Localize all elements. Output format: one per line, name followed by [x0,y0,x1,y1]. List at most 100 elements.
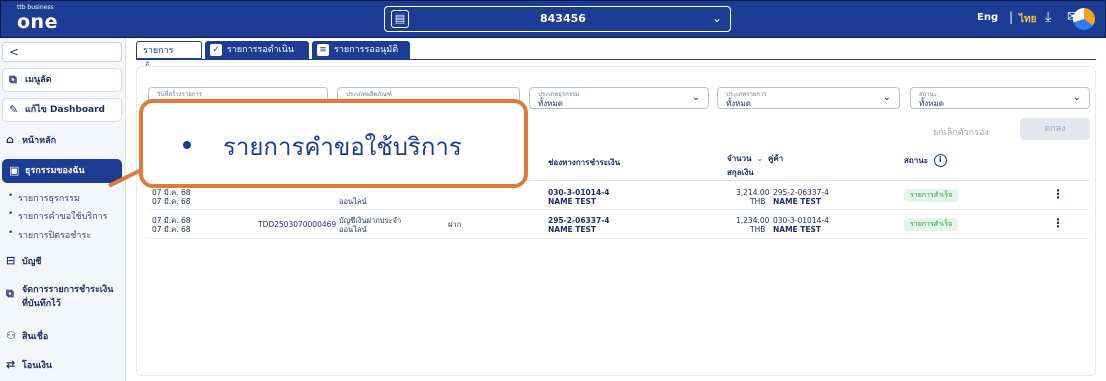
account-selector[interactable]: ▤ 843456 ⌄ [384,6,731,32]
more-options-icon[interactable]: ⋮ [1052,188,1064,200]
shortcut-icon: ⧉ [9,73,17,86]
callout-bullet [183,141,191,149]
tab-pending[interactable]: ✓ รายการรอดำเนินการ [205,41,309,73]
sidebar-item-label: จัดการรายการชำระเงิน [22,285,114,295]
row-divider [148,209,1090,210]
row-product: ออนไลน์ [339,197,367,206]
chevron-down-icon: ⌄ [882,92,891,103]
filter-label: ประเภทผลิตภัณฑ์ [346,91,392,98]
row-date-1: 07 มี.ค. 68 [152,216,191,225]
tab-awaiting-approval[interactable]: ≡ รายการรออนุมัติ [312,41,410,59]
filter-value: ทั้งหมด [919,99,944,108]
row-reference: TDD2503070000469 [258,220,337,229]
logo-big-text: one [17,11,58,33]
header-status-label: สถานะ [904,156,928,165]
account-number: 843456 [540,12,586,25]
filter-label: วันที่สร้างรายการ [157,91,202,98]
account-icon: ⊟ [6,254,16,267]
header-amount-label: จำนวน [727,154,752,163]
sidebar-item-label: แก้ไข Dashboard [25,105,105,115]
lang-english[interactable]: Eng [977,12,998,23]
sidebar-item-label: โอนเงิน [22,361,53,371]
row-counterparty-name: NAME TEST [773,225,822,234]
callout-box: รายการคำขอใช้บริการ [139,99,528,188]
row-channel-account: 030-3-01014-4 [548,188,610,197]
row-currency: THB [750,225,766,234]
sidebar-item-home[interactable]: ⌂ หน้าหลัก [6,133,124,147]
filter-item-type[interactable]: ประเภทรายการ ทั้งหมด ⌄ [717,87,900,109]
edit-icon: ✎ [9,103,19,116]
saved-payments-icon: ⧉ [6,287,14,300]
logo-small-text: ttb business [17,4,54,11]
chevron-down-icon: ⌄ [756,154,764,163]
row-counterparty-account: 030-3-01014-4 [773,216,829,225]
tab-label: รายการรออนุมัติ [334,45,399,55]
chevron-down-icon: ⌄ [1072,92,1081,103]
tab-all[interactable]: รายการทั้งหมด [136,41,202,74]
sidebar-item-label: หน้าหลัก [22,136,57,146]
sidebar-subitem-transactions[interactable]: รายการธุรกรรม [8,191,80,205]
row-product-channel: ออนไลน์ [339,225,367,234]
header-currency: สกุลเงิน [727,168,754,177]
row-counterparty-name: NAME TEST [773,197,822,206]
sidebar-subitem-pending-payment[interactable]: รายการปิดรอชำระ [8,228,91,242]
sidebar-item-edit-dashboard[interactable]: ✎ แก้ไข Dashboard [2,98,122,122]
sidebar-subitem-service-requests[interactable]: รายการคำขอใช้บริการ [8,209,108,223]
chevron-left-icon: < [9,45,20,59]
lang-thai[interactable]: ไทย [1019,12,1036,27]
row-channel-account: 295-2-06337-4 [548,216,610,225]
sidebar-item-transfer[interactable]: ⇄ โอนเงิน [6,358,124,372]
row-counterparty-account: 295-2-06337-4 [773,188,829,197]
top-bar: ttb business one ▤ 843456 ⌄ Eng | ไทย ⤓ … [0,0,1106,38]
sidebar-item-label: บัญชี [22,257,42,267]
row-product: บัญชีเงินฝากประจำ [339,216,402,225]
filter-status[interactable]: สถานะ ทั้งหมด ⌄ [910,87,1090,109]
filter-value: ทั้งหมด [726,99,751,108]
top-links: Eng | ไทย ⤓ ✉ [965,1,1105,39]
header-counterparty: คู่ค้า [768,154,784,163]
row-channel-name: NAME TEST [548,225,597,234]
avatar[interactable] [1073,8,1095,30]
checklist-icon: ✓ [210,44,222,56]
status-badge: รายการสำเร็จ [904,218,959,231]
sidebar-item-label: เมนูลัด [25,75,52,85]
more-options-icon[interactable]: ⋮ [1052,217,1064,229]
row-currency: THB [750,197,766,206]
header-payment-channel: ช่องทางการชำระเงิน [548,158,621,167]
clear-filter-button[interactable]: ยกเลิกตัวกรอง [933,125,989,139]
chevron-down-icon: ⌄ [711,11,722,25]
ttb-business-one-logo[interactable]: ttb business one [17,4,58,33]
download-icon[interactable]: ⤓ [1045,9,1051,25]
document-icon: ≡ [317,44,329,56]
row-date-2: 07 มี.ค. 68 [152,197,191,206]
bank-book-icon: ▤ [391,10,409,28]
sidebar-item-label: สินเชื่อ [22,332,49,342]
sidebar-item-label: ธุรกรรมของฉัน [25,166,85,176]
sidebar-item-shortcut[interactable]: ⧉ เมนูลัด [2,68,122,92]
ok-button[interactable]: ตกลง [1020,118,1090,140]
row-date-1: 07 มี.ค. 68 [152,188,191,197]
row-amount: 3,214.00 [736,188,770,197]
filter-value: ทั้งหมด [538,99,563,108]
sidebar-item-accounts[interactable]: ⊟ บัญชี [6,254,124,268]
row-amount: 1,234.00 [736,216,770,225]
sidebar-item-label-line2: ที่บันทึกไว้ [22,299,61,309]
sidebar-item-loans[interactable]: ⚇ สินเชื่อ [6,329,124,343]
header-status: สถานะ i [904,154,947,167]
collapse-sidebar-button[interactable]: < [2,42,122,62]
filter-transaction-type[interactable]: ประเภทธุรกรรม ทั้งหมด ⌄ [529,87,709,109]
sidebar-item-my-transactions[interactable]: ▣ ธุรกรรมของฉัน [2,159,122,183]
header-amount[interactable]: จำนวน ⌄ [727,152,763,165]
home-icon: ⌂ [6,133,14,146]
info-icon[interactable]: i [933,154,947,167]
status-badge: รายการสำเร็จ [904,189,959,202]
row-channel-name: NAME TEST [548,197,597,206]
transaction-icon: ▣ [9,164,20,177]
callout-text: รายการคำขอใช้บริการ [223,133,462,161]
sidebar-item-saved-payments[interactable]: ⧉ จัดการรายการชำระเงิน ที่บันทึกไว้ [6,282,124,310]
chevron-down-icon: ⌄ [691,92,700,103]
transfer-icon: ⇄ [6,358,16,371]
loan-icon: ⚇ [6,329,16,342]
sidebar: < ⧉ เมนูลัด ✎ แก้ไข Dashboard ⌂ หน้าหลัก… [0,38,126,381]
row-type: ฝาก [448,220,462,229]
